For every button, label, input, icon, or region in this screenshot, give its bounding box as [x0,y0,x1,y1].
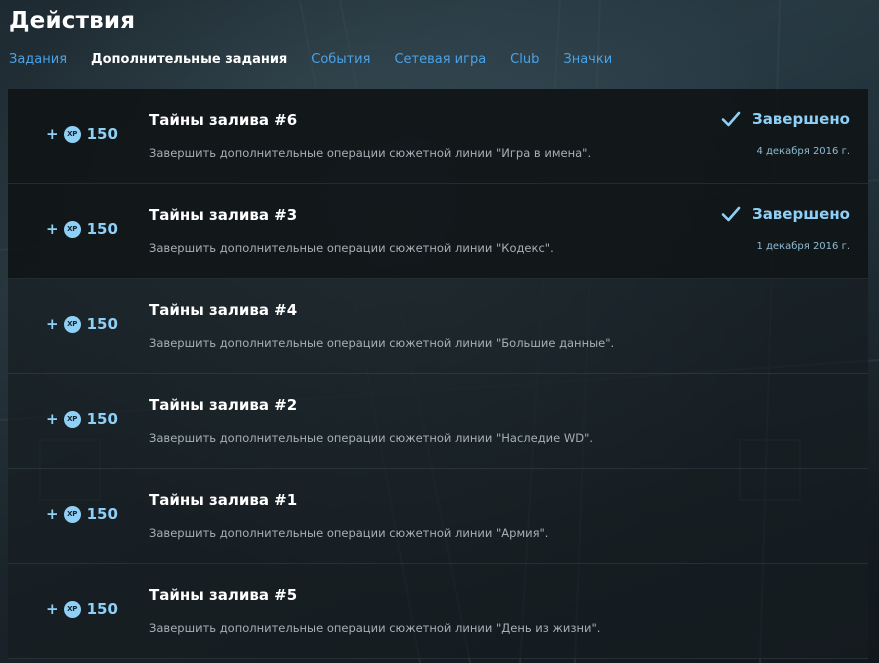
reward-value: 150 [86,410,118,428]
xp-icon: XP [63,315,81,333]
challenge-description: Завершить дополнительные операции сюжетн… [149,431,594,445]
xp-icon: XP [63,505,81,523]
challenge-title: Тайны залива #6 [149,111,298,129]
challenge-row[interactable]: + XP 150 Тайны залива #3 Завершить допол… [8,184,868,279]
tab-bar: Задания Дополнительные задания События С… [9,52,636,67]
challenge-description: Завершить дополнительные операции сюжетн… [149,336,615,350]
reward-value: 150 [86,505,118,523]
challenge-row[interactable]: + XP 150 Тайны залива #6 Завершить допол… [8,89,868,184]
reward-value: 150 [86,125,118,143]
checkmark-icon [721,206,741,222]
challenge-description: Завершить дополнительные операции сюжетн… [149,146,592,160]
challenge-title: Тайны залива #1 [149,491,298,509]
xp-reward: + XP 150 [46,125,118,143]
xp-reward: + XP 150 [46,410,118,428]
tab-events[interactable]: События [311,52,370,67]
challenge-title: Тайны залива #3 [149,206,298,224]
challenge-row[interactable]: + XP 150 Тайны залива #4 Завершить допол… [8,279,868,374]
challenge-title: Тайны залива #4 [149,301,298,319]
reward-plus: + [46,220,59,238]
challenge-row[interactable]: + XP 150 Тайны залива #5 Завершить допол… [8,564,868,659]
status-label: Завершено [752,205,850,223]
xp-reward: + XP 150 [46,315,118,333]
challenge-title: Тайны залива #5 [149,586,298,604]
checkmark-icon [721,111,741,127]
reward-value: 150 [86,600,118,618]
challenge-row[interactable]: + XP 150 Тайны залива #1 Завершить допол… [8,469,868,564]
status-completed: Завершено [721,110,850,128]
completion-date: 4 декабря 2016 г. [756,146,850,157]
tab-multiplayer[interactable]: Сетевая игра [394,52,486,67]
status-completed: Завершено [721,205,850,223]
page-title: Действия [9,8,136,34]
reward-plus: + [46,410,59,428]
tab-badges[interactable]: Значки [563,52,612,67]
reward-plus: + [46,600,59,618]
challenge-list: + XP 150 Тайны залива #6 Завершить допол… [8,89,868,659]
reward-plus: + [46,315,59,333]
challenge-description: Завершить дополнительные операции сюжетн… [149,241,554,255]
reward-plus: + [46,125,59,143]
reward-value: 150 [86,220,118,238]
reward-value: 150 [86,315,118,333]
challenge-title: Тайны залива #2 [149,396,298,414]
challenge-description: Завершить дополнительные операции сюжетн… [149,621,601,635]
challenge-description: Завершить дополнительные операции сюжетн… [149,526,549,540]
xp-icon: XP [63,600,81,618]
challenge-row[interactable]: + XP 150 Тайны залива #2 Завершить допол… [8,374,868,469]
xp-reward: + XP 150 [46,505,118,523]
tab-quests[interactable]: Задания [9,52,67,67]
status-label: Завершено [752,110,850,128]
xp-icon: XP [63,410,81,428]
reward-plus: + [46,505,59,523]
xp-reward: + XP 150 [46,220,118,238]
xp-icon: XP [63,220,81,238]
xp-reward: + XP 150 [46,600,118,618]
tab-club[interactable]: Club [510,52,539,67]
completion-date: 1 декабря 2016 г. [756,241,850,252]
tab-side-quests[interactable]: Дополнительные задания [91,52,287,67]
xp-icon: XP [63,125,81,143]
